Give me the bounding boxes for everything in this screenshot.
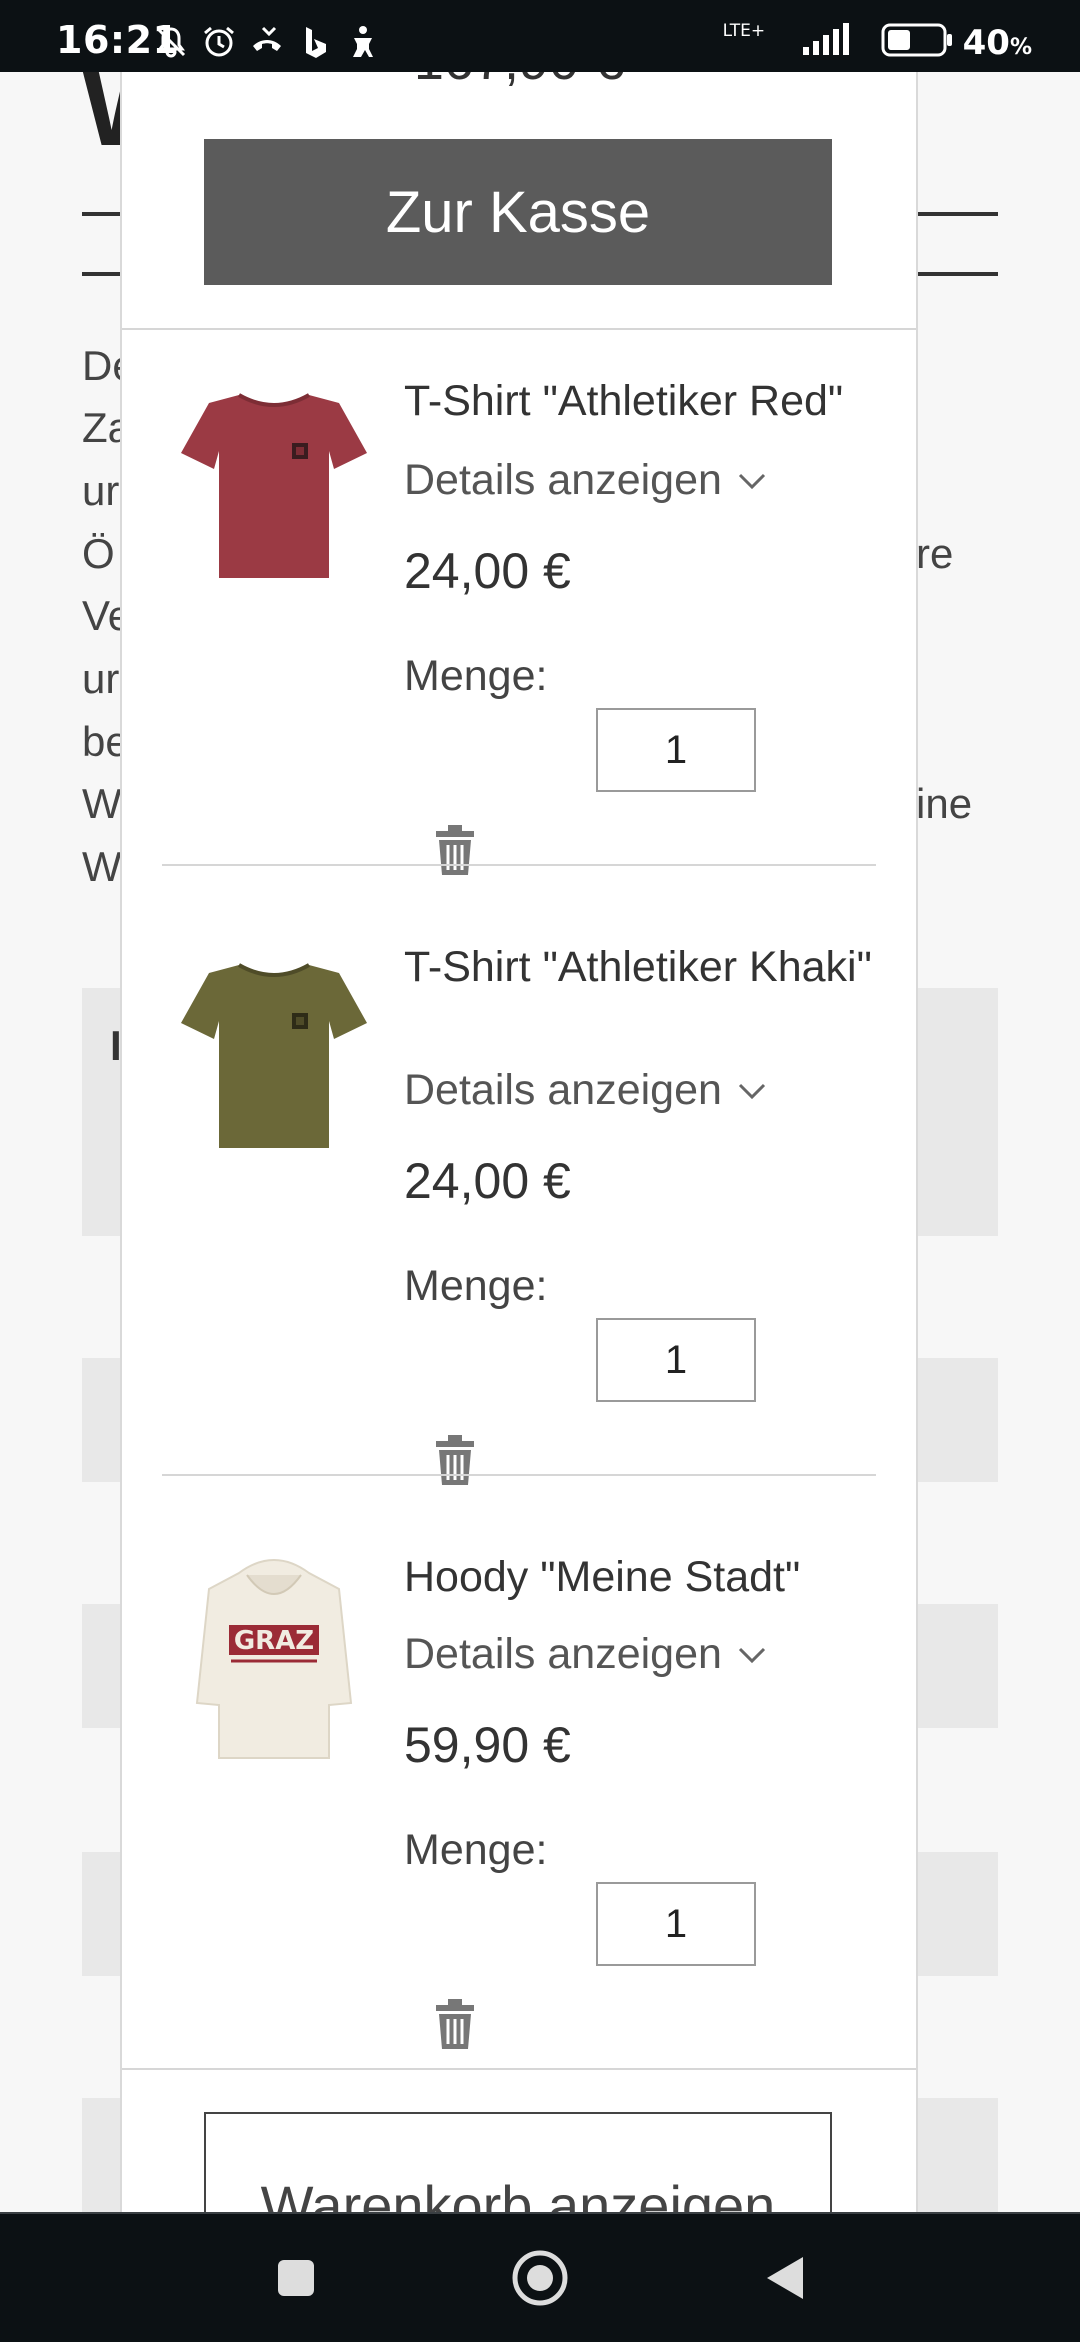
status-bar: 16:21 LTE+ 40%: [0, 0, 1080, 72]
view-cart-button[interactable]: Warenkorb anzeigen: [204, 2112, 832, 2212]
background-text: re: [916, 530, 954, 577]
product-image-hoody[interactable]: GRAZ: [174, 1548, 374, 1768]
product-price: 59,90 €: [404, 1717, 571, 1773]
background-text: ine: [916, 780, 973, 827]
mute-bell-icon: [152, 23, 190, 61]
product-image-tshirt-khaki[interactable]: [174, 938, 374, 1158]
battery-percent: 40%: [962, 22, 1032, 63]
status-notification-icons: [152, 22, 382, 62]
details-toggle-label: Details anzeigen: [404, 456, 722, 504]
background-text: ur: [82, 655, 120, 702]
quantity-input[interactable]: [596, 1318, 756, 1402]
quantity-label: Menge:: [404, 1262, 548, 1310]
hoody-print: GRAZ: [234, 1626, 314, 1656]
network-type: LTE+: [722, 21, 766, 41]
cart-item-divider: [162, 1474, 876, 1476]
alarm-icon: [200, 23, 238, 61]
call-forward-icon: [248, 23, 286, 61]
back-triangle-icon[interactable]: [744, 2238, 824, 2318]
signal-icon: LTE+: [723, 21, 871, 62]
product-image-tshirt-red[interactable]: [174, 368, 374, 588]
accessibility-icon: [344, 23, 382, 61]
product-name[interactable]: Hoody "Meine Stadt": [404, 1548, 874, 1606]
battery-icon: [881, 22, 953, 63]
trash-icon[interactable]: [432, 1432, 478, 1488]
trash-icon[interactable]: [432, 822, 478, 878]
background-text: W: [82, 780, 122, 827]
status-system-icons: LTE+ 40%: [723, 21, 1032, 63]
cart-item: T-Shirt "Athletiker Red" Details anzeige…: [162, 328, 876, 938]
recents-square-icon[interactable]: [256, 2238, 336, 2318]
quantity-input[interactable]: [596, 1882, 756, 1966]
trash-icon[interactable]: [432, 1996, 478, 2052]
system-navigation-bar: [0, 2212, 1080, 2342]
bing-icon: [296, 23, 334, 61]
cart-item: GRAZ Hoody "Meine Stadt" Details anzeige…: [162, 1548, 876, 2118]
background-text: Ö: [82, 530, 115, 577]
quantity-label: Menge:: [404, 652, 548, 700]
details-toggle[interactable]: Details anzeigen: [404, 1066, 768, 1115]
checkout-button[interactable]: Zur Kasse: [204, 139, 832, 285]
details-toggle[interactable]: Details anzeigen: [404, 1630, 768, 1679]
background-text: ur: [82, 467, 120, 514]
chevron-down-icon: [738, 473, 765, 489]
product-name[interactable]: T-Shirt "Athletiker Khaki": [404, 938, 874, 996]
quantity-label: Menge:: [404, 1826, 548, 1874]
cart-item-divider: [162, 864, 876, 866]
product-price: 24,00 €: [404, 1153, 571, 1209]
cart-divider: [122, 2068, 916, 2070]
details-toggle-label: Details anzeigen: [404, 1066, 722, 1114]
product-name[interactable]: T-Shirt "Athletiker Red": [404, 372, 874, 430]
cart-total: 167,90 €: [122, 72, 916, 92]
chevron-down-icon: [738, 1083, 765, 1099]
details-toggle[interactable]: Details anzeigen: [404, 456, 768, 505]
chevron-down-icon: [738, 1647, 765, 1663]
background-text: W: [82, 843, 122, 890]
details-toggle-label: Details anzeigen: [404, 1630, 722, 1678]
cart-item: T-Shirt "Athletiker Khaki" Details anzei…: [162, 938, 876, 1548]
product-price: 24,00 €: [404, 543, 571, 599]
mini-cart-panel: 167,90 € Zur Kasse T-Shirt "Athletiker R…: [120, 72, 918, 2212]
quantity-input[interactable]: [596, 708, 756, 792]
home-circle-icon[interactable]: [500, 2238, 580, 2318]
